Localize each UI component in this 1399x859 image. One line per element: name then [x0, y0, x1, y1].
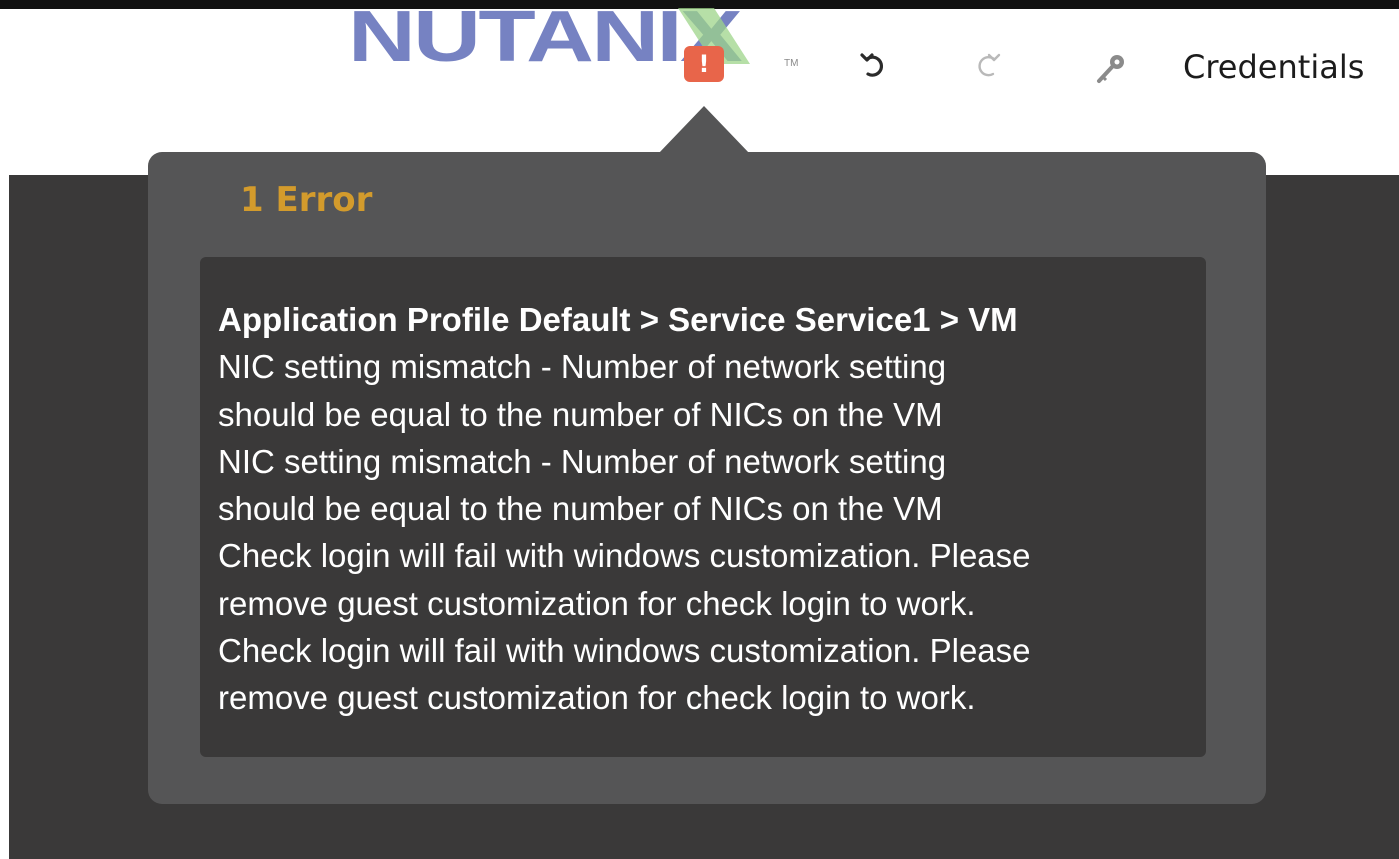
error-message-line: Check login will fail with windows custo… — [218, 632, 1031, 670]
key-icon[interactable] — [1094, 52, 1126, 84]
error-message-line: NIC setting mismatch - Number of network… — [218, 442, 947, 480]
error-message-line: remove guest customization for check log… — [218, 679, 976, 717]
popover-title: 1 Error — [240, 180, 373, 220]
error-message-line: remove guest customization for check log… — [218, 584, 976, 622]
popover-pointer — [658, 106, 750, 154]
error-indicator-button[interactable]: ! — [684, 46, 724, 82]
credentials-button[interactable]: Credentials — [1183, 48, 1364, 86]
nutanix-logo: NUTANIX TM — [348, 6, 808, 66]
error-path: Application Profile Default > Service Se… — [218, 301, 1018, 338]
error-message-line: NIC setting mismatch - Number of network… — [218, 348, 947, 386]
left-edge — [0, 175, 9, 859]
undo-icon[interactable] — [858, 50, 890, 82]
redo-icon[interactable] — [972, 50, 1004, 82]
error-message-line: should be equal to the number of NICs on… — [218, 395, 943, 433]
error-message-line: should be equal to the number of NICs on… — [218, 490, 943, 528]
error-message-line: Check login will fail with windows custo… — [218, 537, 1031, 575]
error-messages: Application Profile Default > Service Se… — [218, 296, 1198, 722]
logo-trademark: TM — [784, 58, 798, 66]
